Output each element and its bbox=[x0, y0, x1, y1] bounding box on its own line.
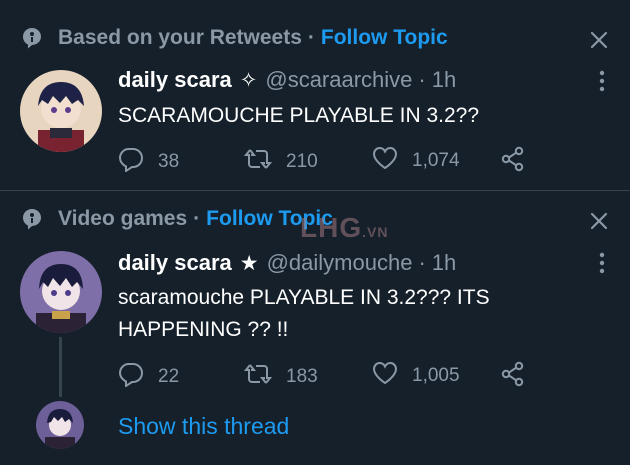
topic-icon bbox=[20, 26, 44, 50]
tweet-text: scaramouche PLAYABLE IN 3.2??? ITS HAPPE… bbox=[118, 286, 490, 341]
like-count: 1,005 bbox=[412, 365, 460, 386]
reply-icon bbox=[118, 146, 158, 178]
watermark-logo: LHG.VN bbox=[300, 212, 388, 244]
reply-icon bbox=[118, 361, 158, 393]
author-handle[interactable]: @scaraarchive bbox=[265, 67, 412, 93]
watermark-suffix: .VN bbox=[362, 224, 389, 240]
topic-context: Based on your Retweets · Follow Topic bbox=[20, 23, 448, 53]
more-icon[interactable] bbox=[599, 70, 605, 92]
tweet-header: daily scara ★ @dailymouche · 1h bbox=[118, 250, 456, 276]
tweet-actions: 38 210 1,074 bbox=[118, 146, 548, 176]
retweet-button[interactable]: 183 bbox=[243, 361, 318, 393]
tweet-actions: 22 183 1,005 bbox=[118, 361, 548, 391]
share-icon bbox=[500, 361, 540, 393]
reply-button[interactable]: 38 bbox=[118, 146, 179, 178]
retweet-button[interactable]: 210 bbox=[243, 146, 318, 178]
tweet-header: daily scara ✧ @scaraarchive · 1h bbox=[118, 67, 456, 93]
show-thread-link[interactable]: Show this thread bbox=[118, 413, 289, 440]
like-button[interactable]: 1,074 bbox=[372, 146, 460, 176]
author-name[interactable]: daily scara bbox=[118, 67, 232, 93]
author-name[interactable]: daily scara bbox=[118, 250, 232, 276]
topic-label: Video games bbox=[58, 207, 188, 230]
header-dot: · bbox=[418, 250, 426, 275]
retweet-count: 183 bbox=[286, 366, 318, 387]
avatar[interactable] bbox=[20, 70, 102, 152]
retweet-icon bbox=[243, 361, 286, 393]
avatar[interactable] bbox=[20, 251, 102, 333]
tweet-text: SCARAMOUCHE PLAYABLE IN 3.2?? bbox=[118, 104, 480, 127]
author-handle[interactable]: @dailymouche bbox=[267, 250, 413, 276]
share-button[interactable] bbox=[500, 361, 540, 393]
tweet-time[interactable]: 1h bbox=[432, 250, 456, 276]
close-icon[interactable] bbox=[588, 29, 610, 51]
topic-icon bbox=[20, 207, 44, 231]
name-badge: ✧ bbox=[239, 68, 258, 92]
follow-topic-link[interactable]: Follow Topic bbox=[321, 26, 448, 50]
tweet-time[interactable]: 1h bbox=[432, 67, 456, 93]
topic-label: Based on your Retweets bbox=[58, 26, 302, 49]
watermark-main: LHG bbox=[300, 212, 363, 243]
heart-icon bbox=[372, 146, 412, 176]
retweet-count: 210 bbox=[286, 151, 318, 172]
like-count: 1,074 bbox=[412, 150, 460, 171]
topic-context: Video games · Follow Topic bbox=[20, 204, 333, 234]
reply-button[interactable]: 22 bbox=[118, 361, 179, 393]
tweet-1[interactable]: Based on your Retweets · Follow Topic da… bbox=[0, 0, 630, 191]
reply-count: 38 bbox=[158, 151, 180, 172]
retweet-icon bbox=[243, 146, 286, 178]
more-icon[interactable] bbox=[599, 252, 605, 274]
thread-line bbox=[59, 337, 62, 397]
reply-count: 22 bbox=[158, 366, 180, 387]
name-badge: ★ bbox=[239, 251, 259, 275]
thread-avatar[interactable] bbox=[36, 401, 84, 449]
topic-separator: · bbox=[307, 26, 315, 49]
header-dot: · bbox=[418, 67, 426, 92]
like-button[interactable]: 1,005 bbox=[372, 361, 460, 391]
share-button[interactable] bbox=[500, 146, 540, 178]
heart-icon bbox=[372, 361, 412, 391]
close-icon[interactable] bbox=[588, 210, 610, 232]
share-icon bbox=[500, 146, 540, 178]
topic-separator: · bbox=[193, 207, 201, 230]
